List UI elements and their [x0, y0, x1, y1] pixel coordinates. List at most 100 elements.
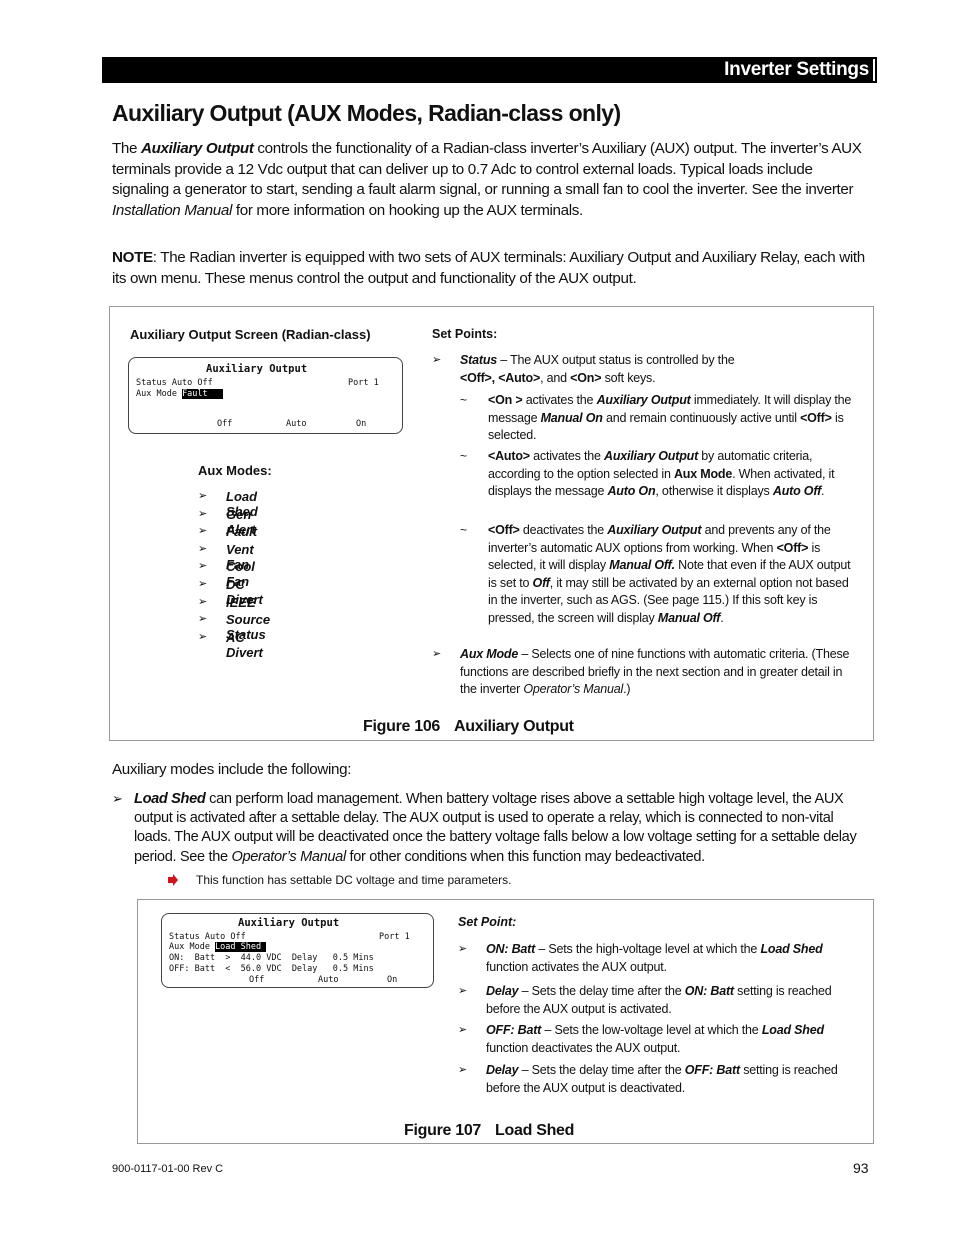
screen-heading: Auxiliary Output Screen (Radian-class) — [130, 327, 371, 342]
text: for other conditions when this function … — [345, 848, 706, 865]
lcd-port: Port 1 — [379, 932, 410, 942]
message: Manual Off — [657, 610, 721, 625]
arrowhead-bullet-icon: ➢ — [198, 542, 208, 555]
term: Load Shed — [760, 942, 823, 956]
red-arrow-icon — [168, 874, 178, 886]
page-number: 93 — [853, 1160, 869, 1176]
term: Auxiliary Output — [596, 393, 691, 407]
text: function activates the AUX output. — [486, 959, 667, 974]
softkey-off[interactable]: Off — [217, 419, 232, 430]
term: OFF: Batt — [486, 1023, 542, 1037]
intro-paragraph: The Auxiliary Output controls the functi… — [112, 139, 872, 222]
softkey-on[interactable]: On — [387, 975, 397, 986]
term: OFF: Batt — [684, 1063, 740, 1077]
arrowhead-bullet-icon: ➢ — [112, 792, 123, 807]
message: Manual On — [540, 410, 603, 425]
arrowhead-bullet-icon: ➢ — [198, 507, 208, 520]
text: – Sets the low-voltage level at which th… — [541, 1023, 762, 1037]
message: Manual Off. — [609, 558, 675, 572]
term: ON: Batt — [486, 942, 536, 956]
text: for more information on hooking up the A… — [232, 202, 583, 220]
arrowhead-bullet-icon: ➢ — [458, 1063, 468, 1076]
figure-107-caption: Figure 107 Load Shed — [404, 1122, 574, 1140]
term: ON: Batt — [684, 984, 734, 998]
manual-reference: Operator’s Manual — [523, 682, 624, 696]
text: , and — [540, 370, 571, 385]
term: Delay — [486, 984, 519, 998]
text: activates the — [529, 449, 604, 463]
arrowhead-bullet-icon: ➢ — [198, 630, 208, 643]
lcd-aux-mode-value[interactable]: Fault — [182, 389, 224, 399]
lcd-title: Auxiliary Output — [238, 917, 340, 929]
text: . — [821, 484, 825, 498]
arrowhead-bullet-icon: ➢ — [198, 559, 208, 572]
figure-106-caption: Figure 106 Auxiliary Output — [363, 718, 574, 736]
figure-number: Figure 106 — [363, 718, 441, 735]
softkey-name: <Off> — [800, 410, 832, 425]
term: Load Shed — [761, 1023, 824, 1037]
arrowhead-bullet-icon: ➢ — [458, 1023, 468, 1036]
arrowhead-bullet-icon: ➢ — [198, 524, 208, 537]
lcd-aux-mode-value[interactable]: Load Shed — [215, 942, 267, 952]
arrowhead-bullet-icon: ➢ — [432, 353, 442, 366]
note-label: NOTE — [112, 249, 153, 266]
aux-mode-item: Fault — [226, 524, 258, 539]
text: – Sets the high-voltage level at which t… — [535, 942, 761, 956]
softkey-on[interactable]: On — [356, 419, 366, 430]
note-text: : The Radian inverter is equipped with t… — [112, 249, 865, 287]
load-shed-description: Load Shed can perform load management. W… — [134, 790, 872, 867]
arrowhead-bullet-icon: ➢ — [198, 577, 208, 590]
status-sub-item-auto: <Auto> activates the Auxiliary Output by… — [488, 448, 858, 501]
softkey-off[interactable]: Off — [249, 975, 264, 986]
doc-number: 900-0117-01-00 Rev C — [112, 1163, 224, 1175]
softkey-name: <Off> — [488, 523, 520, 537]
text: – Selects one of nine functions with aut… — [460, 647, 850, 696]
text: – Sets the delay time after the — [518, 1063, 685, 1077]
text: and remain continuously active until — [602, 410, 801, 425]
arrowhead-bullet-icon: ➢ — [458, 984, 468, 997]
header-divider — [873, 59, 875, 81]
load-shed-note: This function has settable DC voltage an… — [196, 873, 512, 887]
text: , otherwise it displays — [655, 484, 773, 498]
arrowhead-bullet-icon: ➢ — [198, 595, 208, 608]
text: .) — [623, 682, 631, 696]
text: function deactivates the AUX output. — [486, 1040, 681, 1055]
section-header-bar: Inverter Settings — [102, 57, 877, 83]
message: Off — [532, 575, 550, 590]
term-auxiliary-output: Auxiliary Output — [141, 140, 254, 157]
lcd-on-setting-row[interactable]: ON: Batt > 44.0 VDC Delay 0.5 Mins — [169, 953, 374, 964]
set-point-on-delay: Delay – Sets the delay time after the ON… — [486, 983, 866, 1018]
softkey-auto[interactable]: Auto — [286, 419, 306, 430]
tilde-bullet-icon: ~ — [460, 523, 468, 537]
lcd-aux-mode-label: Aux Mode — [136, 389, 183, 399]
softkey-name: <Auto> — [488, 449, 530, 463]
page-title: Auxiliary Output (AUX Modes, Radian-clas… — [112, 100, 621, 126]
tilde-bullet-icon: ~ — [460, 393, 468, 407]
set-points-heading: Set Points: — [432, 327, 498, 341]
lcd-port: Port 1 — [348, 378, 379, 388]
lcd-screen-load-shed: Auxiliary Output Status Auto Off Port 1 … — [161, 913, 434, 988]
aux-modes-heading: Aux Modes: — [198, 463, 272, 478]
figure-number: Figure 107 — [404, 1122, 482, 1139]
set-point-aux-mode: Aux Mode – Selects one of nine functions… — [460, 646, 860, 699]
softkey-name: <On > — [488, 393, 523, 407]
manual-reference: Operator’s Manual — [231, 848, 346, 865]
set-point-heading: Set Point: — [458, 915, 517, 929]
arrowhead-bullet-icon: ➢ — [458, 942, 468, 955]
tilde-bullet-icon: ~ — [460, 449, 468, 463]
text: – The AUX output status is controlled by… — [497, 353, 735, 367]
message: Auto Off — [772, 484, 822, 498]
aux-mode-item: IEEE — [226, 595, 256, 610]
set-point-on-batt: ON: Batt – Sets the high-voltage level a… — [486, 941, 866, 976]
lcd-title: Auxiliary Output — [206, 363, 308, 375]
text: soft keys. — [601, 370, 656, 385]
status-sub-item-off: <Off> deactivates the Auxiliary Output a… — [488, 522, 858, 627]
arrowhead-bullet-icon: ➢ — [432, 647, 442, 660]
aux-mode-item: AC Divert — [226, 630, 263, 660]
term: Auxiliary Output — [604, 449, 699, 463]
modes-intro: Auxiliary modes include the following: — [112, 761, 352, 778]
softkey-name: <On> — [570, 370, 602, 385]
softkey-auto[interactable]: Auto — [318, 975, 338, 986]
lcd-off-setting-row[interactable]: OFF: Batt < 56.0 VDC Delay 0.5 Mins — [169, 964, 374, 975]
figure-title: Load Shed — [495, 1122, 575, 1139]
